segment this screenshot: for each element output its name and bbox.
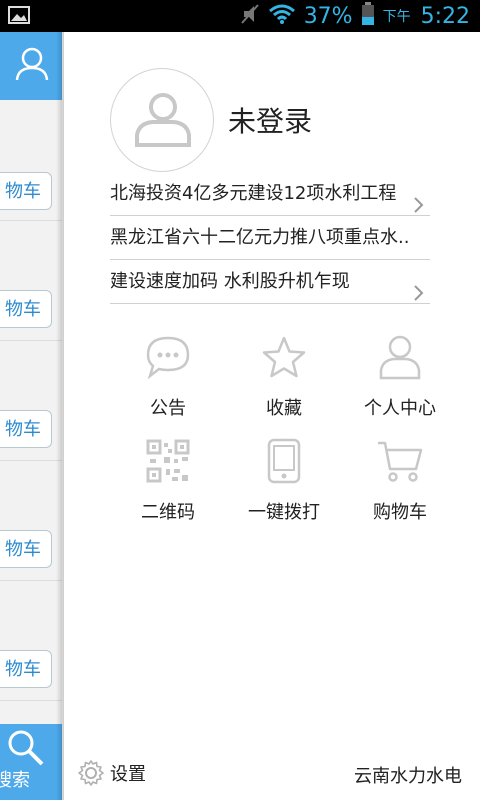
divider: [0, 460, 62, 461]
menu-item-one-touch-call[interactable]: 一键拨打: [226, 436, 342, 524]
star-icon: [262, 336, 306, 378]
cart-icon: [378, 441, 423, 482]
divider: [0, 580, 62, 581]
menu-item-qr-code[interactable]: 二维码: [110, 436, 226, 524]
menu-label: 二维码: [141, 502, 195, 523]
news-item[interactable]: 黑龙江省六十二亿元力推八项重点水...: [110, 216, 430, 260]
divider: [0, 220, 62, 221]
divider: [0, 340, 62, 341]
menu-label: 个人中心: [364, 398, 436, 419]
add-to-cart-button[interactable]: 物车: [0, 290, 52, 328]
avatar[interactable]: [110, 68, 214, 172]
login-status[interactable]: 未登录: [228, 100, 312, 140]
user-tab[interactable]: [0, 32, 62, 100]
news-item[interactable]: 北海投资4亿多元建设12项水利工程: [110, 172, 430, 216]
menu-label: 公告: [150, 398, 186, 419]
menu-item-personal-center[interactable]: 个人中心: [342, 332, 458, 420]
menu-label: 收藏: [266, 398, 302, 419]
chat-icon: [146, 336, 190, 379]
settings-label: 设置: [110, 764, 146, 785]
default-avatar-icon: [135, 93, 191, 147]
settings-button[interactable]: 设置: [78, 760, 146, 786]
divider: [0, 700, 62, 701]
phone-icon: [267, 438, 301, 484]
clock: 5:22: [420, 3, 470, 29]
news-title: 北海投资4亿多元建设12项水利工程: [110, 183, 397, 204]
search-tab[interactable]: 搜索: [0, 724, 62, 800]
menu-item-shopping-cart[interactable]: 购物车: [342, 436, 458, 524]
menu-label: 购物车: [373, 502, 427, 523]
gear-icon: [78, 760, 104, 786]
menu-label: 一键拨打: [248, 502, 320, 523]
add-to-cart-button[interactable]: 物车: [0, 530, 52, 568]
battery-icon: [361, 2, 375, 30]
add-to-cart-button[interactable]: 物车: [0, 410, 52, 448]
add-to-cart-button[interactable]: 物车: [0, 172, 52, 210]
menu-item-announcement[interactable]: 公告: [110, 332, 226, 420]
chevron-right-icon: [414, 274, 424, 317]
background-main-screen: 物车 物车 物车 物车 物车 搜索: [0, 32, 62, 800]
wifi-icon: [268, 3, 296, 29]
am-pm-indicator: 下午: [382, 9, 411, 25]
qr-code-icon: [146, 439, 190, 483]
add-to-cart-button[interactable]: 物车: [0, 650, 52, 688]
user-icon: [15, 47, 49, 81]
news-item[interactable]: 建设速度加码 水利股升机乍现: [110, 260, 430, 304]
menu-item-favorites[interactable]: 收藏: [226, 332, 342, 420]
gallery-notification-icon: [8, 6, 30, 28]
side-drawer: 未登录 北海投资4亿多元建设12项水利工程 黑龙江省六十二亿元力推八项重点水..…: [64, 32, 480, 800]
search-tab-label: 搜索: [0, 770, 30, 791]
person-icon: [379, 335, 421, 380]
news-title: 黑龙江省六十二亿元力推八项重点水...: [110, 227, 410, 248]
status-bar: 37% 下午 5:22: [0, 0, 480, 32]
mute-icon: [240, 3, 260, 29]
search-icon: [8, 730, 44, 766]
news-title: 建设速度加码 水利股升机乍现: [110, 271, 350, 292]
brand-name: 云南水力水电: [354, 766, 462, 787]
news-list: 北海投资4亿多元建设12项水利工程 黑龙江省六十二亿元力推八项重点水... 建设…: [110, 172, 430, 304]
battery-percent: 37%: [303, 3, 353, 29]
